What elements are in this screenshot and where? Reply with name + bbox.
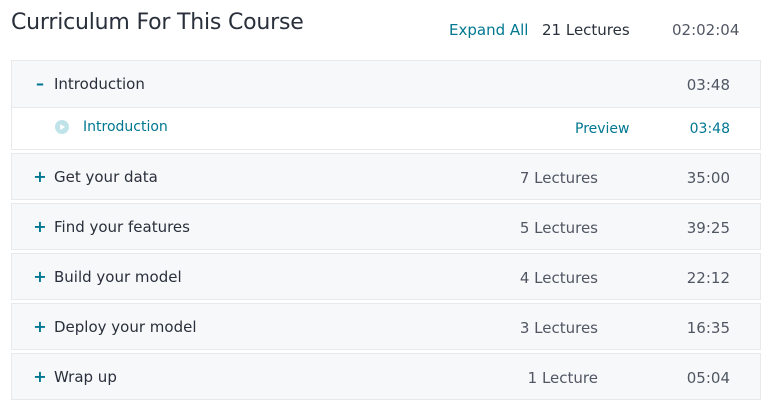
lecture-duration: 03:48 xyxy=(689,121,730,137)
total-lectures-count: 21 Lectures xyxy=(542,21,630,39)
section-duration: 22:12 xyxy=(686,269,730,287)
section-duration: 35:00 xyxy=(686,169,730,187)
lecture-title[interactable]: Introduction xyxy=(83,119,168,135)
section-build-your-model: + Build your model 4 Lectures 22:12 xyxy=(11,253,761,300)
section-title: Wrap up xyxy=(54,368,117,386)
section-lecture-count: 3 Lectures xyxy=(519,319,598,337)
section-title: Introduction xyxy=(54,75,145,93)
section-header-wrap-up[interactable]: + Wrap up 1 Lecture 05:04 xyxy=(12,354,760,400)
section-header-introduction[interactable]: – Introduction 03:48 xyxy=(12,61,760,107)
section-header-deploy-your-model[interactable]: + Deploy your model 3 Lectures 16:35 xyxy=(12,304,760,350)
lecture-row[interactable]: Introduction Preview 03:48 xyxy=(12,107,760,149)
expand-icon[interactable]: + xyxy=(33,367,47,386)
expand-icon[interactable]: + xyxy=(33,167,47,186)
section-get-your-data: + Get your data 7 Lectures 35:00 xyxy=(11,153,761,200)
section-title: Deploy your model xyxy=(54,318,197,336)
preview-link[interactable]: Preview xyxy=(575,121,630,137)
section-introduction: – Introduction 03:48 Introduction Previe… xyxy=(11,60,761,150)
page-title: Curriculum For This Course xyxy=(11,10,304,35)
expand-all-link[interactable]: Expand All xyxy=(449,21,528,39)
total-duration: 02:02:04 xyxy=(672,21,740,39)
section-duration: 16:35 xyxy=(686,319,730,337)
curriculum-header: Curriculum For This Course Expand All 21… xyxy=(0,0,772,60)
section-lecture-count: 4 Lectures xyxy=(519,269,598,287)
play-circle-icon[interactable] xyxy=(55,120,69,134)
section-lecture-count: 1 Lecture xyxy=(527,369,598,387)
section-lecture-count: 5 Lectures xyxy=(519,219,598,237)
section-header-build-your-model[interactable]: + Build your model 4 Lectures 22:12 xyxy=(12,254,760,300)
expand-icon[interactable]: + xyxy=(33,267,47,286)
section-duration: 05:04 xyxy=(686,369,730,387)
section-duration: 03:48 xyxy=(686,76,730,94)
section-find-your-features: + Find your features 5 Lectures 39:25 xyxy=(11,203,761,250)
section-duration: 39:25 xyxy=(686,219,730,237)
section-title: Find your features xyxy=(54,218,190,236)
section-lecture-count: 7 Lectures xyxy=(519,169,598,187)
section-title: Get your data xyxy=(54,168,158,186)
expand-icon[interactable]: + xyxy=(33,317,47,336)
section-header-find-your-features[interactable]: + Find your features 5 Lectures 39:25 xyxy=(12,204,760,250)
expand-icon[interactable]: + xyxy=(33,217,47,236)
section-title: Build your model xyxy=(54,268,182,286)
section-deploy-your-model: + Deploy your model 3 Lectures 16:35 xyxy=(11,303,761,350)
collapse-icon[interactable]: – xyxy=(33,74,47,93)
section-wrap-up: + Wrap up 1 Lecture 05:04 xyxy=(11,353,761,400)
section-header-get-your-data[interactable]: + Get your data 7 Lectures 35:00 xyxy=(12,154,760,200)
